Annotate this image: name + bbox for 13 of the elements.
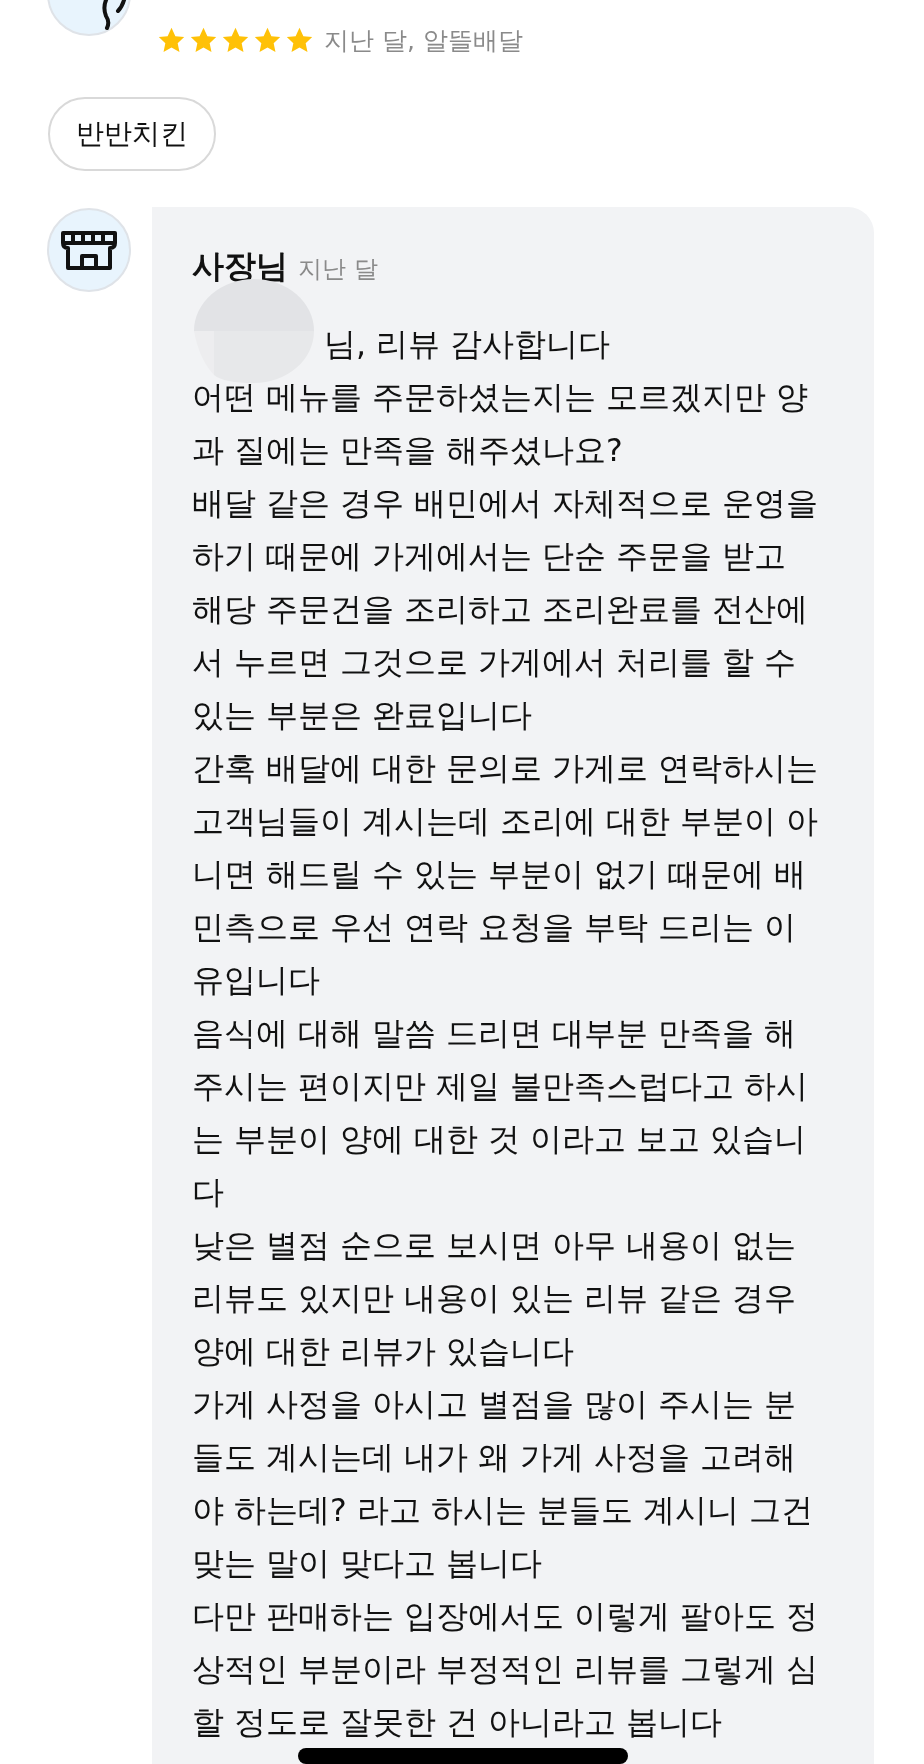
store-icon: [46, 207, 132, 293]
menu-chip[interactable]: 반반치킨: [48, 97, 216, 171]
reply-author: 사장님: [192, 246, 288, 287]
reply-paragraph: 어떤 메뉴를 주문하셨는지는 모르겠지만 양과 질에는 만족을 해주셨나요?: [192, 378, 810, 470]
reply-paragraph: 가게 사정을 아시고 별점을 많이 주시는 분들도 계시는데 내가 왜 가게 사정을 고려해야 하는데? 라고 하시는 분들도 계시니 그건 맞는 말이 맞다고 봅니다: [192, 1385, 814, 1583]
review-meta: 지난 달, 알뜰배달: [324, 25, 523, 57]
reply-paragraph: 님, 리뷰 감사합니다: [324, 325, 611, 364]
reply-paragraph: 낮은 별점 순으로 보시면 아무 내용이 없는 리뷰도 있지만 내용이 있는 리뷰 같은 경우 양에 대한 리뷰가 있습니다: [192, 1226, 798, 1371]
reply-paragraph: 배달 같은 경우 배민에서 자체적으로 운영을 하기 때문에 가게에서는 단순 주문을 받고 해당 주문건을 조리하고 조리완료를 전산에서 누르면 그것으로 가게에서 처리를 할 수 있는 부분은 완료입니다: [192, 484, 820, 735]
reply-paragraph: 다만 판매하는 입장에서도 이렇게 팔아도 정상적인 부분이라 부정적인 리뷰를 그렇게 심할 정도로 잘못한 건 아니라고 봅니다: [192, 1597, 820, 1742]
reply-paragraph: 음식에 대해 말씀 드리면 대부분 만족을 해주시는 편이지만 제일 불만족스럽다고 하시는 부분이 양에 대한 것 이라고 보고 있습니다: [192, 1014, 810, 1212]
reply-time: 지난 달: [298, 254, 378, 285]
reply-paragraph: 간혹 배달에 대한 문의로 가게로 연락하시는 고객님들이 계시는데 조리에 대한 부분이 아니면 해드릴 수 있는 부분이 없기 때문에 배민측으로 우선 연락 요청을 부탁 드리는 이유입니다: [192, 749, 820, 1000]
